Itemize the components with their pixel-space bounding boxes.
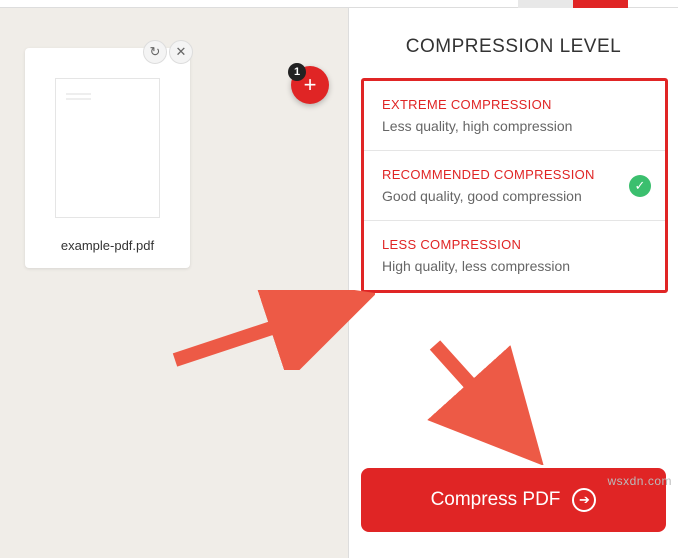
top-bar-accent — [518, 0, 628, 8]
close-icon: ✕ — [176, 44, 187, 60]
main-container: ↻ ✕ example-pdf.pdf 1 + COMPRESSION LEVE… — [0, 8, 678, 558]
file-card[interactable]: ↻ ✕ example-pdf.pdf — [25, 48, 190, 268]
watermark: wsxdn.com — [607, 474, 672, 488]
compression-options: EXTREME COMPRESSION Less quality, high c… — [361, 78, 668, 293]
plus-icon: + — [304, 72, 317, 98]
arrow-right-icon: ➔ — [572, 488, 596, 512]
option-less[interactable]: LESS COMPRESSION High quality, less comp… — [364, 221, 665, 290]
selected-check-icon: ✓ — [629, 175, 651, 197]
option-desc: Good quality, good compression — [382, 188, 647, 204]
file-controls: ↻ ✕ — [143, 40, 193, 64]
rotate-icon: ↻ — [150, 44, 161, 60]
top-bar — [0, 0, 678, 8]
option-title: EXTREME COMPRESSION — [382, 97, 647, 112]
option-title: RECOMMENDED COMPRESSION — [382, 167, 647, 182]
remove-button[interactable]: ✕ — [169, 40, 193, 64]
option-recommended[interactable]: RECOMMENDED COMPRESSION Good quality, go… — [364, 151, 665, 221]
option-desc: High quality, less compression — [382, 258, 647, 274]
compress-label: Compress PDF — [431, 489, 561, 511]
files-panel: ↻ ✕ example-pdf.pdf 1 + — [0, 8, 348, 558]
add-file-button[interactable]: 1 + — [291, 66, 329, 104]
file-thumbnail — [55, 78, 160, 218]
file-count-badge: 1 — [288, 63, 306, 81]
file-name: example-pdf.pdf — [35, 228, 180, 258]
panel-title: COMPRESSION LEVEL — [349, 8, 678, 78]
option-desc: Less quality, high compression — [382, 118, 647, 134]
option-title: LESS COMPRESSION — [382, 237, 647, 252]
option-extreme[interactable]: EXTREME COMPRESSION Less quality, high c… — [364, 81, 665, 151]
rotate-button[interactable]: ↻ — [143, 40, 167, 64]
